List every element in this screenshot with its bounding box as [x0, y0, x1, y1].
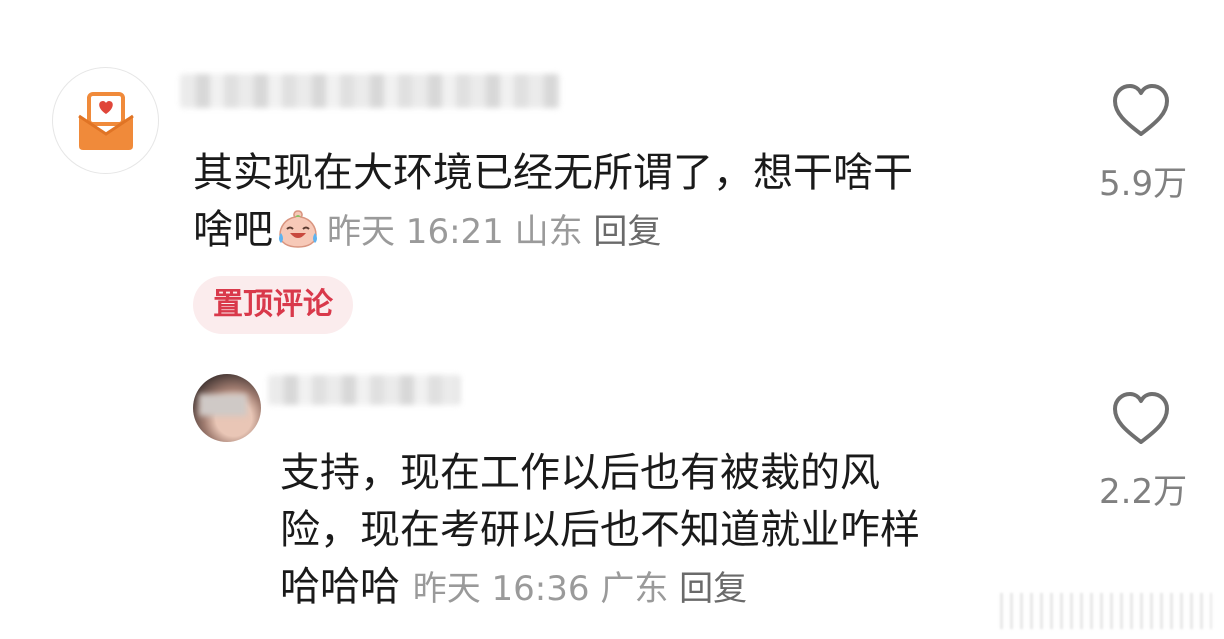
comment-text-segment: 啥吧 — [193, 207, 273, 253]
like-button[interactable] — [1111, 390, 1171, 448]
envelope-heart-icon — [78, 92, 134, 150]
comment-body: 支持，现在工作以后也有被裁的风 险，现在考研以后也不知道就业咋样 哈哈哈 昨天 … — [280, 445, 920, 618]
like-count: 5.9万 — [1099, 164, 1188, 204]
comment-location: 广东 — [600, 569, 669, 609]
reply-button[interactable]: 回复 — [593, 212, 661, 252]
like-count: 2.2万 — [1099, 472, 1188, 512]
username-blurred[interactable] — [180, 74, 560, 108]
comment-time: 昨天 16:21 — [327, 212, 504, 252]
username-blurred[interactable] — [268, 375, 460, 405]
reply-commenter-avatar[interactable] — [193, 374, 261, 442]
comment-location: 山东 — [514, 212, 583, 252]
comment-meta: 昨天 16:21 山东 回复 — [327, 212, 661, 252]
comment-body: 其实现在大环境已经无所谓了，想干啥干 啥吧 昨天 16:21 山东 回复 — [193, 145, 913, 261]
comment-text-segment: 哈哈哈 — [280, 564, 400, 610]
comment-text-line: 险，现在考研以后也不知道就业咋样 — [280, 507, 920, 553]
commenter-avatar[interactable] — [52, 67, 159, 174]
heart-outline-icon — [1113, 392, 1169, 444]
reply-button[interactable]: 回复 — [679, 569, 747, 609]
crying-laugh-emoji — [275, 208, 321, 248]
comment-text-line: 哈哈哈 昨天 16:36 广东 回复 — [280, 559, 920, 618]
pinned-comment-badge: 置顶评论 — [193, 276, 353, 334]
comment-text-line: 其实现在大环境已经无所谓了，想干啥干 — [193, 150, 913, 196]
comment-time: 昨天 16:36 — [412, 569, 590, 609]
like-button[interactable] — [1111, 82, 1171, 140]
comment-text-line: 支持，现在工作以后也有被裁的风 — [280, 450, 880, 496]
watermark — [1000, 593, 1212, 629]
heart-outline-icon — [1113, 84, 1169, 136]
comment-text-line: 啥吧 昨天 16:21 山东 回复 — [193, 202, 913, 261]
comment-meta: 昨天 16:36 广东 回复 — [413, 569, 747, 609]
